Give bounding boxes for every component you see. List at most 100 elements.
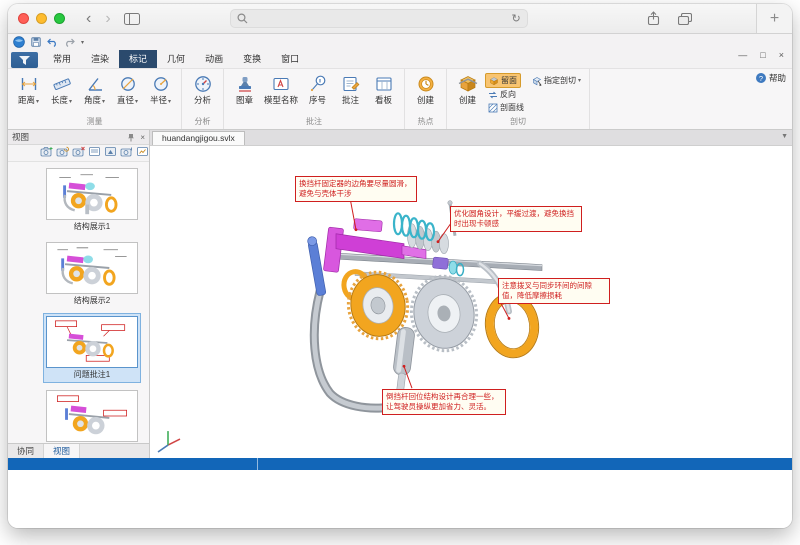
quick-access-toolbar: ▾ bbox=[8, 34, 792, 50]
search-icon bbox=[237, 13, 248, 24]
view-tool-icon[interactable] bbox=[120, 144, 133, 162]
view-thumbnail bbox=[46, 168, 138, 220]
tab-bianhuan[interactable]: 变换 bbox=[233, 50, 271, 68]
ribbon-group-hotspot: 创建 热点 bbox=[405, 69, 447, 129]
annotation-callout: 注意拨叉与同步环间的间隙值，降低摩擦损耗 bbox=[498, 278, 610, 304]
hatch-button[interactable]: 剖面线 bbox=[485, 101, 584, 114]
views-panel: 视图 × bbox=[8, 130, 150, 458]
address-bar[interactable]: ↻ bbox=[230, 9, 528, 28]
app-menu-button[interactable] bbox=[11, 52, 38, 68]
help-button[interactable]: ? 帮助 bbox=[756, 72, 786, 84]
view-tool-icon[interactable] bbox=[40, 144, 53, 162]
tab-jihe[interactable]: 几何 bbox=[157, 50, 195, 68]
app-close-button[interactable]: × bbox=[779, 50, 784, 60]
radius-icon bbox=[151, 73, 171, 94]
save-icon[interactable] bbox=[31, 37, 41, 47]
section-create-button[interactable]: 创建 bbox=[452, 72, 483, 107]
back-button[interactable]: ‹ bbox=[79, 5, 98, 33]
tab-overview-button[interactable] bbox=[678, 13, 692, 25]
angle-icon bbox=[85, 73, 105, 94]
stamp-button[interactable]: 图章 bbox=[229, 72, 260, 107]
cad-application: ▾ 常用 渲染 标记 几何 动画 变换 窗口 — □ × bbox=[8, 34, 792, 528]
distance-icon bbox=[19, 73, 39, 94]
board-button[interactable]: 看板 bbox=[368, 72, 399, 107]
sequence-number-button[interactable]: 序号 bbox=[302, 72, 333, 107]
app-minimize-button[interactable]: — bbox=[738, 50, 747, 60]
tab-biaoji[interactable]: 标记 bbox=[119, 50, 157, 68]
close-window-button[interactable] bbox=[18, 13, 29, 24]
tab-views[interactable]: 视图 bbox=[44, 444, 80, 458]
document-tab-bar: huandangjigou.svlx ▼ bbox=[150, 130, 792, 145]
view-thumbnail bbox=[46, 390, 138, 442]
measure-radius-button[interactable]: 半径 bbox=[145, 72, 176, 107]
ribbon: 距离 长度 角度 bbox=[8, 68, 792, 130]
window-footer bbox=[8, 470, 792, 528]
view-label: 问题批注1 bbox=[46, 369, 138, 380]
redo-icon[interactable] bbox=[64, 38, 75, 47]
model-viewport[interactable]: 换挡杆固定器的边角要尽量圆滑，避免与壳体干涉 优化圆角设计，平缓过渡，避免换挡时… bbox=[150, 145, 792, 458]
view-tool-icon[interactable] bbox=[136, 144, 149, 162]
tab-changyong[interactable]: 常用 bbox=[43, 50, 81, 68]
new-tab-button[interactable]: + bbox=[756, 4, 792, 33]
group-label-hotspot: 热点 bbox=[405, 116, 446, 129]
model-name-button[interactable]: 模型名称 bbox=[262, 72, 300, 107]
app-window: ‹ › ↻ + bbox=[8, 4, 792, 528]
status-bar bbox=[8, 458, 792, 470]
view-tool-icon[interactable] bbox=[104, 144, 117, 162]
annotation-callout: 倒挡杆回位结构设计再合理一些，让驾驶员操纵更加省力、灵活。 bbox=[382, 389, 506, 415]
views-list: 结构展示1 bbox=[8, 162, 149, 443]
chevron-down-icon: ▾ bbox=[578, 77, 581, 84]
view-item-selected[interactable]: 问题批注1 bbox=[44, 314, 140, 382]
tab-list-icon[interactable]: ▼ bbox=[781, 133, 788, 140]
annotation-button[interactable]: 批注 bbox=[335, 72, 366, 107]
help-icon: ? bbox=[756, 73, 766, 83]
minimize-window-button[interactable] bbox=[36, 13, 47, 24]
measure-angle-button[interactable]: 角度 bbox=[79, 72, 110, 107]
balloon-number-icon bbox=[308, 73, 328, 94]
group-label-analysis: 分析 bbox=[182, 116, 223, 129]
measure-length-button[interactable]: 长度 bbox=[46, 72, 77, 107]
keep-face-icon bbox=[489, 76, 499, 86]
view-tool-icon[interactable] bbox=[72, 144, 85, 162]
hotspot-create-button[interactable]: 创建 bbox=[410, 72, 441, 107]
annotation-callout: 换挡杆固定器的边角要尽量圆滑，避免与壳体干涉 bbox=[295, 176, 417, 202]
tab-collaboration[interactable]: 协同 bbox=[8, 444, 44, 458]
view-item[interactable]: 结构展示1 bbox=[44, 166, 140, 234]
views-toolbar bbox=[8, 145, 149, 162]
sidebar-toggle-icon[interactable] bbox=[124, 13, 140, 25]
document-tab[interactable]: huandangjigou.svlx bbox=[152, 131, 245, 145]
measure-diameter-button[interactable]: 直径 bbox=[112, 72, 143, 107]
tab-xuanran[interactable]: 渲染 bbox=[81, 50, 119, 68]
forward-button[interactable]: › bbox=[98, 5, 117, 33]
length-icon bbox=[52, 73, 72, 94]
view-tool-icon[interactable] bbox=[88, 144, 101, 162]
tab-chuangkou[interactable]: 窗口 bbox=[271, 50, 309, 68]
view-item[interactable] bbox=[44, 388, 140, 443]
undo-icon[interactable] bbox=[47, 38, 58, 47]
reload-button[interactable]: ↻ bbox=[511, 12, 520, 25]
view-thumbnail bbox=[46, 316, 138, 368]
note-icon bbox=[341, 73, 361, 94]
main-area: huandangjigou.svlx ▼ bbox=[150, 130, 792, 458]
browser-toolbar: ‹ › ↻ + bbox=[8, 4, 792, 34]
view-tool-icon[interactable] bbox=[56, 144, 69, 162]
pin-icon[interactable] bbox=[127, 133, 135, 142]
keep-face-toggle[interactable]: 留面 bbox=[485, 73, 521, 88]
gauge-icon bbox=[193, 73, 213, 94]
group-label-measure: 测量 bbox=[8, 116, 181, 129]
reverse-section-button[interactable]: 反向 bbox=[485, 88, 584, 101]
view-item[interactable]: 结构展示2 bbox=[44, 240, 140, 308]
close-panel-icon[interactable]: × bbox=[140, 133, 145, 142]
analysis-button[interactable]: 分析 bbox=[187, 72, 218, 107]
measure-distance-button[interactable]: 距离 bbox=[13, 72, 44, 107]
tab-donghua[interactable]: 动画 bbox=[195, 50, 233, 68]
app-restore-button[interactable]: □ bbox=[760, 50, 765, 60]
assign-section-button[interactable]: 指定剖切 ▾ bbox=[529, 74, 584, 87]
stamp-icon bbox=[235, 73, 255, 94]
desktop: ‹ › ↻ + bbox=[0, 0, 800, 545]
zoom-window-button[interactable] bbox=[54, 13, 65, 24]
share-button[interactable] bbox=[647, 11, 660, 26]
qat-more-icon[interactable]: ▾ bbox=[81, 39, 84, 46]
model-name-icon bbox=[271, 73, 291, 94]
ribbon-tab-bar: 常用 渲染 标记 几何 动画 变换 窗口 — □ × bbox=[8, 50, 792, 68]
